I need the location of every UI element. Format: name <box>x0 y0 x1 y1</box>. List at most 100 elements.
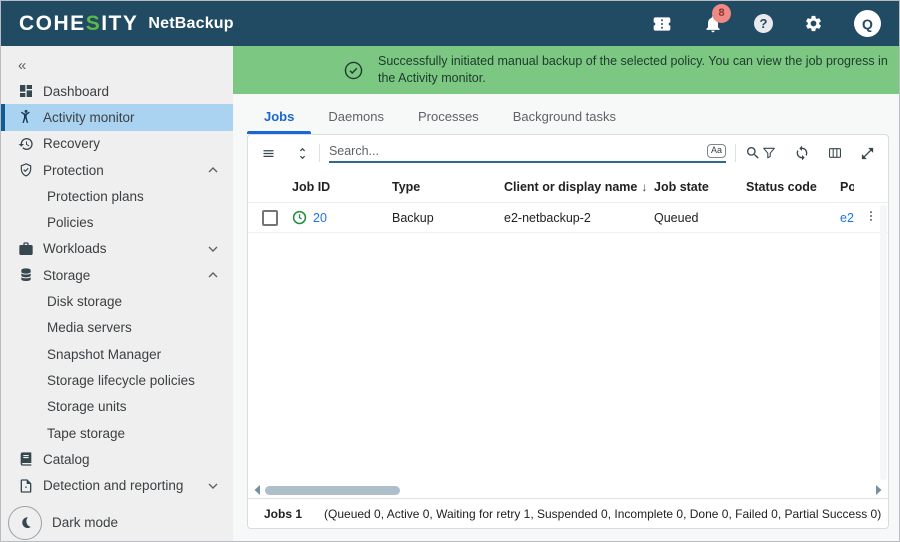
sidebar-item-activity-monitor[interactable]: Activity monitor <box>1 104 233 130</box>
jobs-count: Jobs 1 <box>264 507 302 521</box>
match-case-button[interactable]: Aa <box>707 144 726 158</box>
brand-suffix: ITY <box>101 12 138 36</box>
catalog-book-icon <box>17 450 35 468</box>
toolbar-divider <box>285 144 286 162</box>
help-icon[interactable]: ? <box>754 14 773 33</box>
brand-s: S <box>86 12 102 36</box>
chevron-up-icon <box>208 167 218 173</box>
sidebar-item-label: Storage lifecycle policies <box>47 373 195 388</box>
column-header-job-state[interactable]: Job state <box>654 180 746 194</box>
job-id-link[interactable]: 20 <box>313 211 327 225</box>
sidebar-item-storage-lifecycle-policies[interactable]: Storage lifecycle policies <box>1 367 233 393</box>
search-input[interactable] <box>329 144 701 158</box>
top-bar: COHESITY NetBackup 8 ? Q <box>1 1 899 46</box>
jobs-summary-bar: Jobs 1 (Queued 0, Active 0, Waiting for … <box>248 498 888 528</box>
table-empty-area <box>248 233 888 482</box>
license-ticket-icon[interactable] <box>652 14 672 34</box>
sort-descending-icon: ↓ <box>641 180 647 194</box>
sidebar-item-workloads[interactable]: Workloads <box>1 236 233 262</box>
sidebar-item-storage-units[interactable]: Storage units <box>1 394 233 420</box>
protection-shield-icon <box>17 161 35 179</box>
sidebar-item-snapshot-manager[interactable]: Snapshot Manager <box>1 341 233 367</box>
refresh-icon[interactable] <box>794 145 810 161</box>
column-header-job-id[interactable]: Job ID <box>292 180 392 194</box>
activity-monitor-icon <box>17 108 35 126</box>
tab-daemons[interactable]: Daemons <box>311 109 401 134</box>
search-field: Aa <box>329 144 726 163</box>
sidebar-item-disk-storage[interactable]: Disk storage <box>1 288 233 314</box>
list-view-icon[interactable] <box>261 146 276 161</box>
column-header-client[interactable]: Client or display name ↓ <box>504 180 654 194</box>
collapse-chevrons-icon: « <box>18 57 26 74</box>
scroll-right-icon[interactable] <box>875 484 883 496</box>
sidebar-item-label: Storage <box>43 268 90 283</box>
sidebar-item-protection[interactable]: Protection <box>1 157 233 183</box>
sidebar-item-policies[interactable]: Policies <box>1 209 233 235</box>
toolbar-divider <box>319 144 320 162</box>
chevron-down-icon <box>208 246 218 252</box>
sidebar-item-catalog[interactable]: Catalog <box>1 446 233 472</box>
policy-link[interactable]: e2 <box>840 211 854 225</box>
tab-background-tasks[interactable]: Background tasks <box>496 109 633 134</box>
dark-mode-toggle[interactable]: Dark mode <box>1 506 233 540</box>
sidebar-item-label: Media servers <box>47 320 132 335</box>
tab-jobs[interactable]: Jobs <box>247 109 311 134</box>
notifications-bell-icon[interactable]: 8 <box>703 14 723 34</box>
sidebar-item-label: Workloads <box>43 241 107 256</box>
sidebar-item-recovery[interactable]: Recovery <box>1 131 233 157</box>
horizontal-scrollbar <box>248 482 888 498</box>
user-avatar[interactable]: Q <box>854 10 881 37</box>
client-name-cell: e2-netbackup-2 <box>504 211 654 225</box>
sidebar-item-storage[interactable]: Storage <box>1 262 233 288</box>
sidebar-item-label: Dashboard <box>43 84 109 99</box>
dashboard-icon <box>17 82 35 100</box>
dark-mode-label: Dark mode <box>52 515 118 530</box>
settings-gear-icon[interactable] <box>804 14 823 33</box>
scroll-left-icon[interactable] <box>253 484 261 496</box>
sidebar-item-label: Protection plans <box>47 189 144 204</box>
column-header-type[interactable]: Type <box>392 180 504 194</box>
search-icon[interactable] <box>745 145 761 161</box>
workloads-briefcase-icon <box>17 240 35 258</box>
sidebar-item-label: Storage units <box>47 399 127 414</box>
unfold-sort-icon[interactable] <box>295 146 310 161</box>
sidebar-item-label: Disk storage <box>47 294 122 309</box>
column-header-policy[interactable]: Po <box>840 180 854 194</box>
expand-fullscreen-icon[interactable] <box>860 146 875 161</box>
filter-icon[interactable] <box>761 145 777 161</box>
sidebar-item-dashboard[interactable]: Dashboard <box>1 78 233 104</box>
sidebar-item-protection-plans[interactable]: Protection plans <box>1 183 233 209</box>
sidebar-item-tape-storage[interactable]: Tape storage <box>1 420 233 446</box>
sidebar-nav: « Dashboard Activity monitor Recovery Pr… <box>1 46 233 542</box>
horizontal-scrollbar-thumb[interactable] <box>265 486 400 495</box>
main-content: Successfully initiated manual backup of … <box>233 46 899 542</box>
storage-database-icon <box>17 266 35 284</box>
activity-tabs: Jobs Daemons Processes Background tasks <box>233 94 899 134</box>
sidebar-collapse-button[interactable]: « <box>1 52 233 78</box>
sidebar-item-media-servers[interactable]: Media servers <box>1 315 233 341</box>
sidebar-item-label: Policies <box>47 215 94 230</box>
vertical-scrollbar[interactable] <box>880 205 887 480</box>
sidebar-item-detection-and-reporting[interactable]: Detection and reporting <box>1 472 233 498</box>
sidebar-item-label: Tape storage <box>47 426 125 441</box>
moon-icon <box>8 506 42 540</box>
brand-prefix: COHE <box>19 12 86 36</box>
recovery-restore-icon <box>17 135 35 153</box>
table-row[interactable]: 20 Backup e2-netbackup-2 Queued e2 <box>248 203 888 233</box>
row-actions-kebab-icon[interactable] <box>864 208 878 227</box>
tab-processes[interactable]: Processes <box>401 109 496 134</box>
jobs-table-card: Aa Job ID Type Clie <box>247 134 889 529</box>
sidebar-item-label: Protection <box>43 163 104 178</box>
product-name: NetBackup <box>148 15 233 33</box>
chevron-up-icon <box>208 272 218 278</box>
sidebar-item-label: Catalog <box>43 452 90 467</box>
app-window: COHESITY NetBackup 8 ? Q « <box>0 0 900 542</box>
table-toolbar: Aa <box>248 135 888 171</box>
sidebar-item-label: Detection and reporting <box>43 478 183 493</box>
columns-icon[interactable] <box>827 145 843 161</box>
column-header-status-code[interactable]: Status code <box>746 180 840 194</box>
row-checkbox[interactable] <box>262 210 278 226</box>
job-state-cell: Queued <box>654 211 746 225</box>
detection-report-icon <box>17 477 35 495</box>
check-circle-icon <box>343 60 364 81</box>
